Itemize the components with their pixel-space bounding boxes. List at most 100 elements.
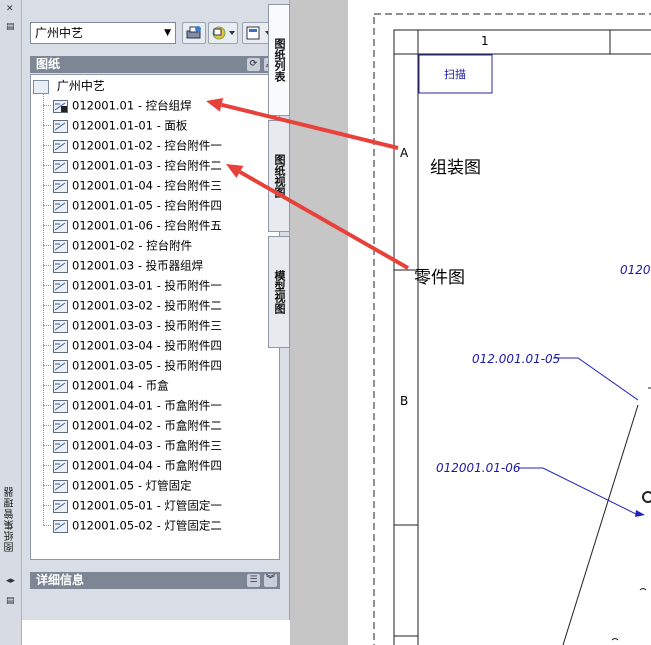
expand-icon[interactable]: ︾	[264, 574, 277, 587]
publish-options-icon	[212, 26, 235, 40]
sheet-tree[interactable]: 广州中艺 012001.01 - 控台组焊 012001.01-01 - 面板 01…	[30, 74, 280, 560]
sheet-icon	[53, 299, 68, 313]
tree-item[interactable]: 012001.01-01 - 面板	[43, 115, 187, 135]
tree-item[interactable]: 012001.03-05 - 投币附件四	[43, 355, 222, 375]
sheet-set-name: 广州中艺	[35, 26, 84, 40]
tree-branch-line	[43, 265, 51, 266]
grid-row-a: A	[400, 146, 409, 160]
menu-icon[interactable]: ▤	[6, 596, 15, 606]
tree-item[interactable]: 012001.04-03 - 币盒附件三	[43, 435, 222, 455]
tree-item[interactable]: 012001.03-03 - 投币附件三	[43, 315, 222, 335]
tree-item-label: 012001.05-02 - 灯管固定二	[72, 518, 222, 533]
tree-item[interactable]: 012001.03-04 - 投币附件四	[43, 335, 222, 355]
tree-item-label: 012001.01-02 - 控台附件一	[72, 138, 222, 153]
tree-item[interactable]: 012001.01-05 - 控台附件四	[43, 195, 222, 215]
sheet-icon	[53, 479, 68, 493]
tree-item-label: 012001.01-04 - 控台附件三	[72, 178, 222, 193]
sheet-icon	[53, 139, 68, 153]
part-label-06: 012001.01-06	[436, 461, 521, 475]
properties-icon[interactable]: ◂▸	[6, 576, 15, 586]
tree-item-label: 012001.04-02 - 币盒附件二	[72, 418, 222, 433]
tree-item-label: 012001.01-03 - 控台附件二	[72, 158, 222, 173]
tree-item[interactable]: 012001.01-06 - 控台附件五	[43, 215, 222, 235]
details-view-icon[interactable]: ☰	[247, 574, 260, 587]
title-cell-text: 扫描	[444, 68, 466, 81]
tree-item-label: 012001.03-05 - 投币附件四	[72, 358, 222, 373]
tree-item[interactable]: 012001.03-01 - 投币附件一	[43, 275, 222, 295]
annotation-assembly: 组装图	[430, 158, 481, 178]
tree-branch-line	[43, 285, 51, 286]
tree-item[interactable]: 012001.03-02 - 投币附件二	[43, 295, 222, 315]
sheet-icon	[53, 339, 68, 353]
publish-button[interactable]	[182, 22, 206, 44]
tree-item-label: 012001.03-03 - 投币附件三	[72, 318, 222, 333]
tree-branch-line	[43, 145, 51, 146]
sheet-icon	[53, 199, 68, 213]
tree-branch-line	[43, 425, 51, 426]
tree-item[interactable]: 012001.03 - 投币器组焊	[43, 255, 203, 275]
tree-item-label: 012001.04-01 - 币盒附件一	[72, 398, 222, 413]
sheet-set-icon	[33, 79, 49, 94]
grid-col-1: 1	[481, 34, 489, 48]
chevron-down-icon: ▼	[164, 28, 171, 38]
drawing-canvas[interactable]: 1 A B 扫描 012.001.01-05 012001.01-06 0120…	[348, 0, 651, 645]
tree-item-label: 012001.01-06 - 控台附件五	[72, 218, 222, 233]
tab-sheet-views[interactable]: 图纸视图	[268, 120, 290, 232]
sheet-set-manager-palette: 广州中艺 ▼ 图纸 ⟳ ︽ 广州中艺 012001.	[22, 0, 290, 620]
tree-item[interactable]: 012001-02 - 控台附件	[43, 235, 192, 255]
sheet-icon	[53, 519, 68, 533]
tree-item[interactable]: 012001.05-02 - 灯管固定二	[43, 515, 222, 535]
tree-branch-line	[43, 445, 51, 446]
close-icon[interactable]: ✕	[6, 4, 14, 14]
sheet-set-dropdown[interactable]: 广州中艺 ▼	[30, 22, 176, 44]
part-label-partial: 01200	[620, 263, 651, 277]
tree-branch-line	[43, 225, 51, 226]
tree-item[interactable]: 012001.04-01 - 币盒附件一	[43, 395, 222, 415]
tree-item-label: 012001.05-01 - 灯管固定一	[72, 498, 222, 513]
sheet-icon	[53, 259, 68, 273]
tree-item-label: 012001.04 - 币盒	[72, 378, 169, 393]
sheet-icon	[53, 119, 68, 133]
tab-sheet-list[interactable]: 图纸列表	[268, 4, 290, 116]
details-panel-header: 详细信息 ☰ ︾	[30, 572, 280, 589]
tree-item[interactable]: 012001.01 - 控台组焊	[43, 95, 192, 115]
autohide-icon[interactable]: ▤	[6, 22, 15, 32]
refresh-icon[interactable]: ⟳	[247, 58, 260, 71]
sheet-icon	[53, 159, 68, 173]
tree-branch-line	[43, 525, 51, 526]
palette-tabs: 图纸列表 图纸视图 模型视图	[268, 4, 290, 350]
tree-item[interactable]: 012001.05 - 灯管固定	[43, 475, 192, 495]
tree-branch-line	[43, 125, 51, 126]
tree-branch-line	[43, 305, 51, 306]
palette-title-strip: ✕ ▤ 图纸集管理器 ◂▸ ▤	[0, 0, 22, 645]
tree-item-label: 012001.03-01 - 投币附件一	[72, 278, 222, 293]
tab-model-views[interactable]: 模型视图	[268, 236, 290, 348]
tree-item[interactable]: 012001.04 - 币盒	[43, 375, 169, 395]
tree-item[interactable]: 012001.01-03 - 控台附件二	[43, 155, 222, 175]
tree-item-label: 012001.04-03 - 币盒附件三	[72, 438, 222, 453]
tree-item[interactable]: 012001.01-02 - 控台附件一	[43, 135, 222, 155]
tree-item-label: 012001.03-02 - 投币附件二	[72, 298, 222, 313]
tree-branch-line	[43, 345, 51, 346]
tree-item-label: 012001.05 - 灯管固定	[72, 478, 192, 493]
tree-branch-line	[43, 365, 51, 366]
publish-icon	[186, 26, 201, 39]
tree-item-label: 012001.01-01 - 面板	[72, 118, 188, 133]
tree-item[interactable]: 012001.04-02 - 币盒附件二	[43, 415, 222, 435]
tree-branch-line	[43, 505, 51, 506]
tree-item-label: 012001.03 - 投币器组焊	[72, 258, 204, 273]
sheet-icon	[53, 179, 68, 193]
tree-branch-line	[43, 325, 51, 326]
tree-item-label: 012001.03-04 - 投币附件四	[72, 338, 222, 353]
tree-item[interactable]: 012001.01-04 - 控台附件三	[43, 175, 222, 195]
tree-branch-line	[43, 105, 51, 106]
tree-item[interactable]: 012001.04-04 - 币盒附件四	[43, 455, 222, 475]
tree-branch-line	[43, 485, 51, 486]
tree-item[interactable]: 012001.05-01 - 灯管固定一	[43, 495, 222, 515]
sheet-icon	[53, 399, 68, 413]
sheet-icon	[53, 439, 68, 453]
sheet-icon	[53, 499, 68, 513]
tree-branch-line	[43, 405, 51, 406]
tree-item-label: 012001.01 - 控台组焊	[72, 98, 192, 113]
publish-options-button[interactable]	[208, 22, 238, 44]
